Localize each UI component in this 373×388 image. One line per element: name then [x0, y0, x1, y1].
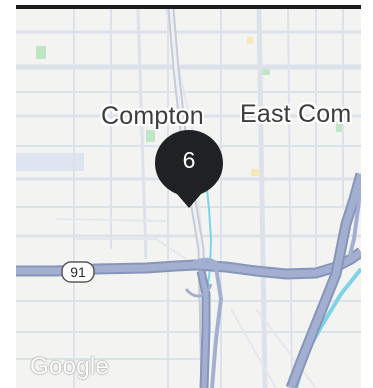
map-canvas[interactable]: Compton East Com 91 6 Google: [16, 9, 361, 388]
route-number: 91: [70, 264, 86, 280]
place-label-east-compton: East Com: [240, 100, 352, 128]
route-shield-91: 91: [61, 261, 95, 283]
cluster-marker[interactable]: 6: [153, 128, 225, 210]
place-label-compton: Compton: [101, 102, 204, 130]
cluster-count: 6: [182, 147, 196, 173]
google-logo[interactable]: Google: [30, 353, 109, 381]
map-widget: Compton East Com 91 6 Google: [0, 0, 373, 388]
